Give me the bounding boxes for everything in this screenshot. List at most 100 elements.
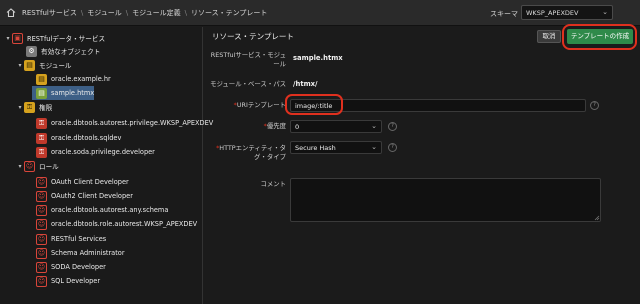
top-bar: RESTfulサービス \ モジュール \ モジュール定義 \ リソース・テンプレート スキ… <box>0 0 640 26</box>
user-icon: ☺ <box>36 190 47 202</box>
tree-item-label: 有効なオブジェクト <box>41 48 101 56</box>
breadcrumb: RESTfulサービス \ モジュール \ モジュール定義 \ リソース・テンプレート <box>22 8 267 18</box>
comment-textarea[interactable] <box>290 178 601 222</box>
etag-type-label-line: グ・タイプ <box>254 153 286 161</box>
tree-item-label: RESTful Services <box>51 235 107 243</box>
user-icon: ☺ <box>36 261 47 273</box>
collapse-icon[interactable]: ▾ <box>16 163 24 170</box>
help-icon[interactable]: ? <box>388 122 397 131</box>
collapse-icon[interactable]: ▾ <box>16 104 24 111</box>
priority-label: *優先度 <box>206 122 286 131</box>
user-icon: ☺ <box>36 247 47 259</box>
collapse-icon[interactable]: ▾ <box>4 35 12 42</box>
tree-item-module-hr[interactable]: ▤ oracle.example.hr <box>36 72 111 86</box>
base-path-label: モジュール・ベース・パス <box>210 80 286 88</box>
privilege-icon: ⚿ <box>36 132 47 144</box>
tree-root-label: RESTfulデータ・サービス <box>27 35 106 43</box>
priority-select[interactable]: 0 ⌄ <box>290 120 382 133</box>
cancel-button[interactable]: 取消 <box>537 30 561 43</box>
module-icon: ▤ <box>36 87 47 99</box>
etag-type-label-line: HTTPエンティティ・タ <box>219 144 286 152</box>
tree-item-modules[interactable]: ▾ ▤ モジュール <box>16 58 72 72</box>
database-icon: ▣ <box>12 32 23 44</box>
resize-handle-icon[interactable] <box>594 215 600 221</box>
breadcrumb-separator: \ <box>80 9 84 17</box>
gear-icon: ⚙ <box>26 45 37 57</box>
module-label-line: ール <box>273 60 286 68</box>
tree-item-roles[interactable]: ▾ ☺ ロール <box>16 159 59 173</box>
collapse-icon[interactable]: ▾ <box>16 62 24 69</box>
etag-type-select[interactable]: Secure Hash ⌄ <box>290 141 382 154</box>
tree-item-role[interactable]: ☺ oracle.dbtools.autorest.any.schema <box>36 203 168 217</box>
tree-item-label: sample.htmx <box>51 89 95 97</box>
breadcrumb-current: リソース・テンプレート <box>190 9 268 17</box>
tree-item-role[interactable]: ☺ SQL Developer <box>36 274 100 288</box>
tree-item-privileges[interactable]: ▾ ⚿ 権限 <box>16 100 52 114</box>
tree-item-label: OAuth2 Client Developer <box>51 192 133 200</box>
breadcrumb-item[interactable]: モジュール <box>87 9 122 17</box>
tree-root[interactable]: ▾ ▣ RESTfulデータ・サービス <box>4 31 105 45</box>
highlight-ring <box>285 94 343 115</box>
schema-select[interactable]: WKSP_APEXDEV ⌄ <box>521 5 613 20</box>
tree-item-label: SODA Developer <box>51 263 106 271</box>
privilege-icon: ⚿ <box>36 146 47 158</box>
tree-item-module-htmx[interactable]: ▤ sample.htmx <box>36 86 94 100</box>
privilege-icon: ⚿ <box>24 101 35 113</box>
tree-item-label: oracle.dbtools.autorest.privilege.WKSP_A… <box>51 119 214 127</box>
module-icon: ▤ <box>36 73 47 85</box>
tree-item-label: oracle.dbtools.role.autorest.WKSP_APEXDE… <box>51 220 198 228</box>
tree-item-label: oracle.dbtools.autorest.any.schema <box>51 206 169 214</box>
tree-item-label: oracle.soda.privilege.developer <box>51 148 155 156</box>
tree-item-label: oracle.dbtools.sqldev <box>51 134 122 142</box>
tree-item-label: モジュール <box>39 62 72 70</box>
base-path-value: /htmx/ <box>293 80 318 88</box>
priority-label-text: 優先度 <box>266 122 286 130</box>
uri-template-label: *URIテンプレート <box>206 101 286 110</box>
user-icon: ☺ <box>36 218 47 230</box>
highlight-ring <box>562 24 637 50</box>
tree-item-role[interactable]: ☺ OAuth Client Developer <box>36 175 129 189</box>
user-icon: ☺ <box>36 233 47 245</box>
user-icon: ☺ <box>24 160 35 172</box>
tree-item-privilege[interactable]: ⚿ oracle.soda.privilege.developer <box>36 145 155 159</box>
page-title: リソース・テンプレート <box>212 32 294 41</box>
tree-item-role[interactable]: ☺ RESTful Services <box>36 232 106 246</box>
tree-item-label: 権限 <box>39 104 53 112</box>
priority-value: 0 <box>295 123 300 131</box>
privilege-icon: ⚿ <box>36 117 47 129</box>
tree-item-label: SQL Developer <box>51 277 101 285</box>
help-icon[interactable]: ? <box>388 143 397 152</box>
breadcrumb-separator: \ <box>184 9 187 17</box>
tree-item-label: OAuth Client Developer <box>51 178 129 186</box>
home-icon[interactable] <box>6 8 16 17</box>
schema-label: スキーマ <box>490 10 518 18</box>
schema-value: WKSP_APEXDEV <box>526 9 579 17</box>
breadcrumb-item[interactable]: RESTfulサービス <box>22 9 77 17</box>
user-icon: ☺ <box>36 176 47 188</box>
module-value: sample.htmx <box>293 54 343 62</box>
tree-item-label: ロール <box>39 163 59 171</box>
etag-type-value: Secure Hash <box>295 144 336 152</box>
tree-item-enabled-objects[interactable]: ⚙ 有効なオブジェクト <box>26 44 100 58</box>
etag-type-label: *HTTPエンティティ・タ グ・タイプ <box>206 144 286 162</box>
tree-item-privilege[interactable]: ⚿ oracle.dbtools.autorest.privilege.WKSP… <box>36 116 213 130</box>
breadcrumb-item[interactable]: モジュール定義 <box>132 9 181 17</box>
uri-template-label-text: URIテンプレート <box>236 101 286 109</box>
user-icon: ☺ <box>36 275 47 287</box>
chevron-down-icon: ⌄ <box>371 143 377 151</box>
comment-label: コメント <box>260 180 286 188</box>
tree-item-label: oracle.example.hr <box>51 75 111 83</box>
breadcrumb-separator: \ <box>125 9 129 17</box>
tree-item-role[interactable]: ☺ OAuth2 Client Developer <box>36 189 133 203</box>
tree-item-role[interactable]: ☺ Schema Administrator <box>36 246 125 260</box>
tree-item-label: Schema Administrator <box>51 249 125 257</box>
chevron-down-icon: ⌄ <box>371 122 377 130</box>
module-label-line: RESTfulサービス・モジュ <box>210 51 286 59</box>
user-icon: ☺ <box>36 204 47 216</box>
help-icon[interactable]: ? <box>590 101 599 110</box>
tree-item-role[interactable]: ☺ SODA Developer <box>36 260 106 274</box>
chevron-down-icon: ⌄ <box>602 8 608 16</box>
tree-item-privilege[interactable]: ⚿ oracle.dbtools.sqldev <box>36 131 121 145</box>
tree-item-role[interactable]: ☺ oracle.dbtools.role.autorest.WKSP_APEX… <box>36 217 197 231</box>
module-label: RESTfulサービス・モジュ ール <box>206 51 286 69</box>
